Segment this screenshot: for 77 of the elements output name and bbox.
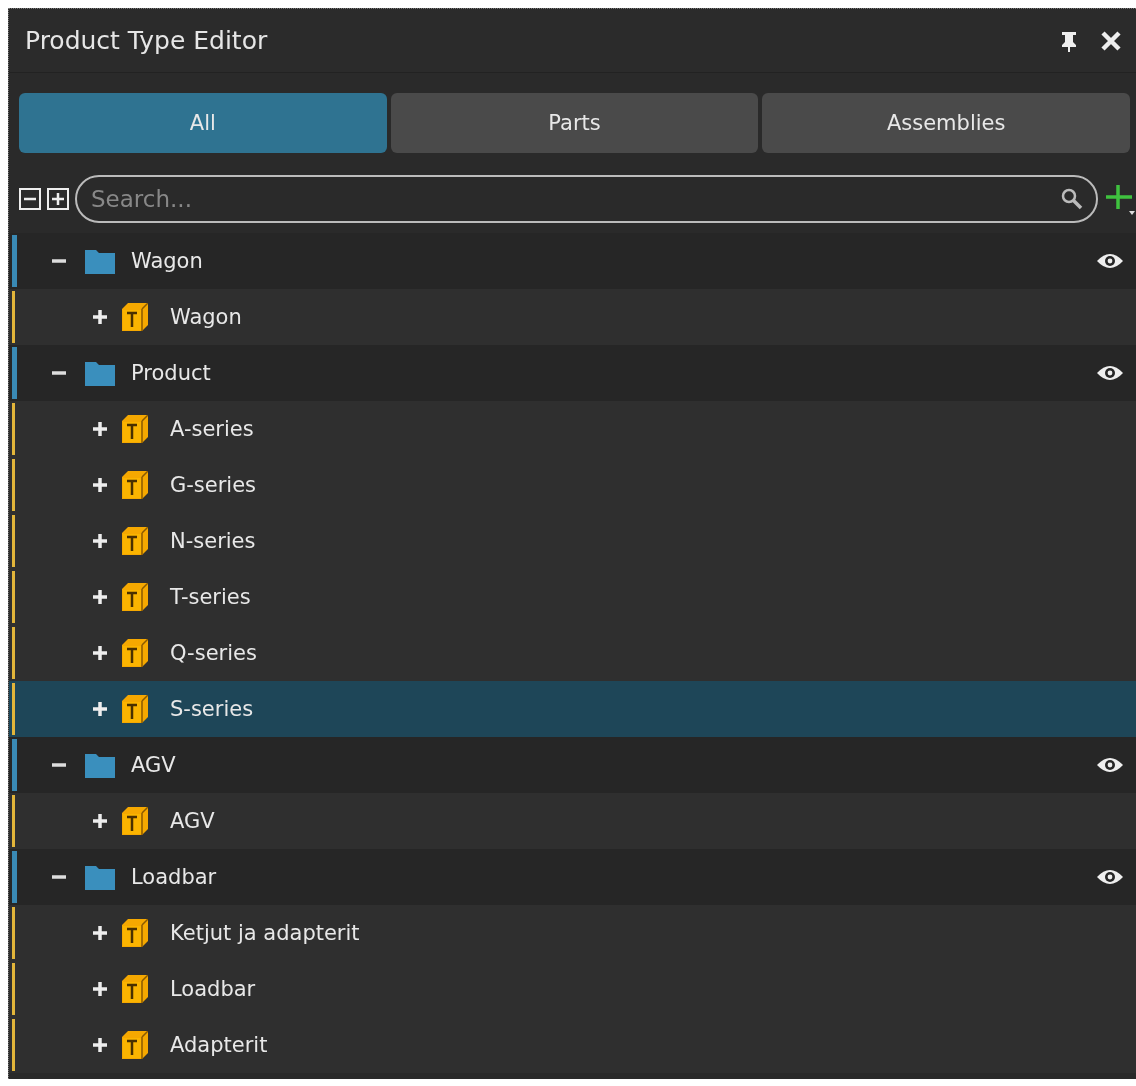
item-accent-bar — [12, 627, 15, 679]
cube-icon — [122, 975, 148, 1003]
collapse-all-icon[interactable] — [19, 188, 41, 210]
tree-row[interactable]: Wagon — [9, 289, 1136, 345]
expand-icon[interactable] — [92, 981, 108, 997]
cube-icon — [122, 919, 148, 947]
expand-icon[interactable] — [92, 701, 108, 717]
tree-item-label: Loadbar — [170, 977, 257, 1001]
tree-row[interactable]: Q-series — [9, 625, 1136, 681]
search-icon[interactable] — [1060, 187, 1084, 211]
expand-all-icon[interactable] — [47, 188, 69, 210]
tree-item-label: S-series — [170, 697, 255, 721]
folder-icon — [85, 752, 115, 778]
item-accent-bar — [12, 571, 15, 623]
item-accent-bar — [12, 403, 15, 455]
folder-icon — [85, 248, 115, 274]
tree-row[interactable]: A-series — [9, 401, 1136, 457]
folder-icon — [85, 864, 115, 890]
expand-icon[interactable] — [92, 925, 108, 941]
tree-item-label: G-series — [170, 473, 258, 497]
tree-item-label: T-series — [170, 585, 252, 609]
eye-icon[interactable] — [1096, 252, 1124, 270]
group-accent-bar — [12, 347, 17, 399]
item-accent-bar — [12, 683, 15, 735]
cube-icon — [122, 1031, 148, 1059]
window-title: Product Type Editor — [25, 26, 269, 55]
expand-icon[interactable] — [92, 309, 108, 325]
tab[interactable]: All — [19, 93, 387, 153]
tree-item-label: A-series — [170, 417, 255, 441]
eye-icon[interactable] — [1096, 364, 1124, 382]
cube-icon — [122, 807, 148, 835]
cube-icon — [122, 303, 148, 331]
expand-icon[interactable] — [92, 645, 108, 661]
group-accent-bar — [12, 851, 17, 903]
expand-icon[interactable] — [92, 477, 108, 493]
cube-icon — [122, 415, 148, 443]
expand-icon[interactable] — [92, 813, 108, 829]
tree-row[interactable]: T-series — [9, 569, 1136, 625]
item-accent-bar — [12, 963, 15, 1015]
close-icon[interactable] — [1100, 29, 1122, 52]
tree-item-label: Ketjut ja adapterit — [170, 921, 361, 945]
tree-row[interactable]: S-series — [9, 681, 1136, 737]
cube-icon — [122, 695, 148, 723]
eye-icon[interactable] — [1096, 756, 1124, 774]
expand-icon[interactable] — [92, 533, 108, 549]
expand-icon[interactable] — [92, 1037, 108, 1053]
tree-row[interactable]: G-series — [9, 457, 1136, 513]
item-accent-bar — [12, 795, 15, 847]
pin-icon[interactable] — [1060, 29, 1078, 52]
tree-item-label: AGV — [170, 809, 216, 833]
eye-icon[interactable] — [1096, 868, 1124, 886]
expand-icon[interactable] — [92, 421, 108, 437]
tree-row[interactable]: Ketjut ja adapterit — [9, 905, 1136, 961]
tree-row[interactable]: Adapterit — [9, 1017, 1136, 1073]
tree-row[interactable]: N-series — [9, 513, 1136, 569]
cube-icon — [122, 639, 148, 667]
cube-icon — [122, 471, 148, 499]
item-accent-bar — [12, 291, 15, 343]
item-accent-bar — [12, 907, 15, 959]
tree-item-label: N-series — [170, 529, 257, 553]
tree-item-label: Wagon — [170, 305, 243, 329]
tree-item-label: Adapterit — [170, 1033, 269, 1057]
folder-icon — [85, 360, 115, 386]
tree-item-label: Q-series — [170, 641, 258, 665]
tree-row[interactable]: AGV — [9, 793, 1136, 849]
group-accent-bar — [12, 739, 17, 791]
tree-row[interactable]: Loadbar — [9, 961, 1136, 1017]
item-accent-bar — [12, 515, 15, 567]
expand-icon[interactable] — [92, 589, 108, 605]
tab[interactable]: Parts — [390, 93, 759, 153]
tab[interactable]: Assemblies — [762, 93, 1130, 153]
search-field[interactable]: Search... — [75, 175, 1098, 223]
cube-icon — [122, 583, 148, 611]
group-accent-bar — [12, 235, 17, 287]
cube-icon — [122, 527, 148, 555]
item-accent-bar — [12, 1019, 15, 1071]
item-accent-bar — [12, 459, 15, 511]
